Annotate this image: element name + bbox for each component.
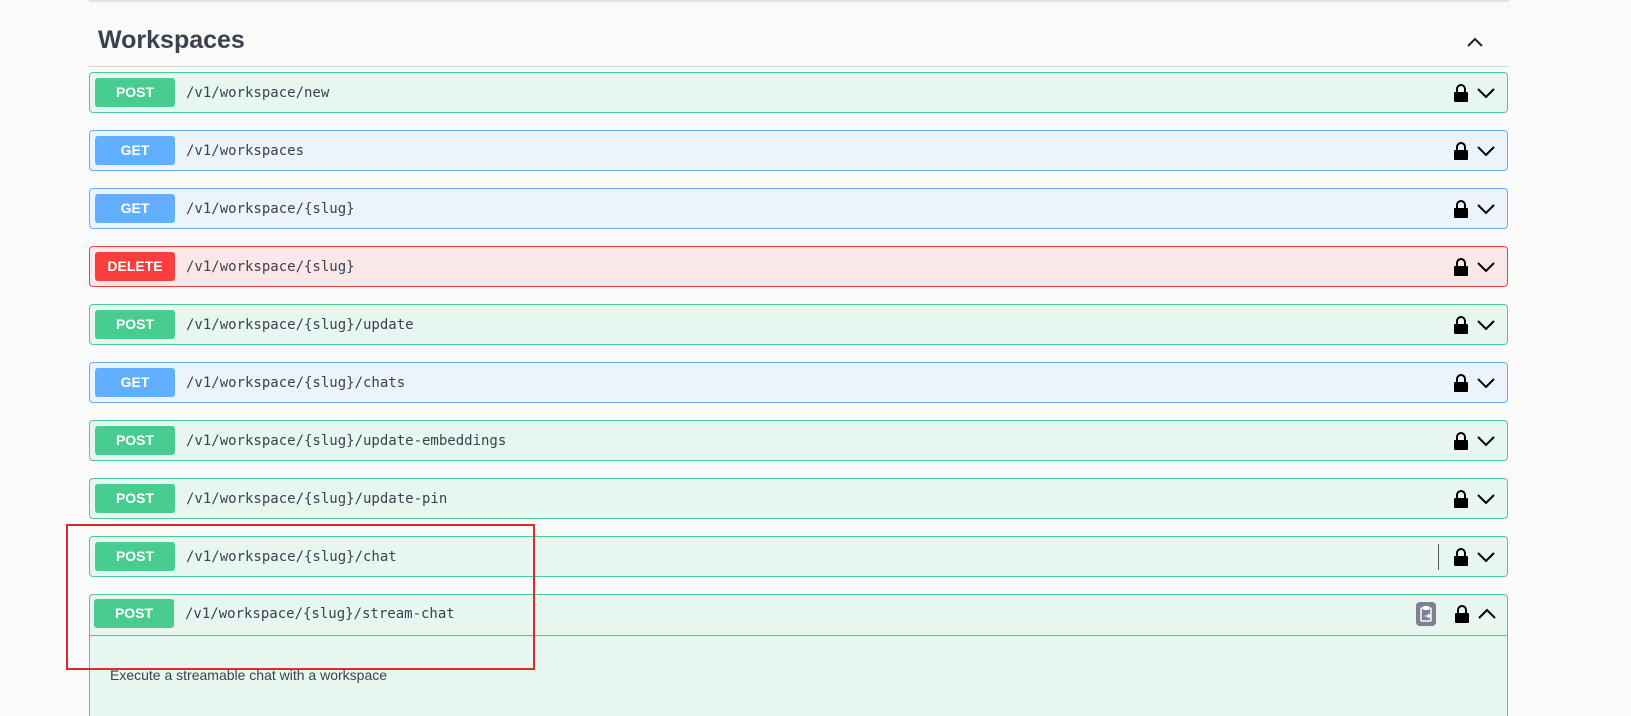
chevron-down-icon[interactable] [1475, 546, 1497, 568]
method-badge: GET [95, 194, 175, 223]
lock-icon[interactable] [1453, 431, 1469, 451]
lock-icon[interactable] [1453, 547, 1469, 567]
operation-post-stream-chat: POST /v1/workspace/{slug}/stream-chat Ex… [89, 594, 1508, 716]
operation-post-update-pin[interactable]: POST /v1/workspace/{slug}/update-pin [89, 478, 1508, 519]
operation-summary[interactable]: POST /v1/workspace/{slug}/stream-chat [89, 594, 1508, 636]
section-title: Workspaces [98, 26, 245, 54]
method-badge: GET [95, 368, 175, 397]
operation-path: /v1/workspace/{slug}/chat [186, 549, 397, 565]
operation-path: /v1/workspace/new [186, 85, 330, 101]
operation-path: /v1/workspace/{slug} [186, 259, 355, 275]
lock-icon[interactable] [1453, 257, 1469, 277]
lock-icon[interactable] [1453, 373, 1469, 393]
lock-icon[interactable] [1453, 83, 1469, 103]
operation-post-update-embeddings[interactable]: POST /v1/workspace/{slug}/update-embeddi… [89, 420, 1508, 461]
operation-path: /v1/workspaces [186, 143, 305, 159]
operation-path: /v1/workspace/{slug}/stream-chat [185, 606, 455, 622]
operation-get-workspaces[interactable]: GET /v1/workspaces [89, 130, 1508, 171]
method-badge: POST [95, 484, 175, 513]
chevron-down-icon[interactable] [1475, 372, 1497, 394]
workspaces-tag-header[interactable]: Workspaces [89, 22, 1509, 67]
operation-path: /v1/workspace/{slug}/chats [186, 375, 406, 391]
operation-post-workspace-chat[interactable]: POST /v1/workspace/{slug}/chat [89, 536, 1508, 577]
lock-icon[interactable] [1454, 604, 1470, 624]
chevron-down-icon[interactable] [1475, 488, 1497, 510]
chevron-down-icon[interactable] [1475, 430, 1497, 452]
chevron-down-icon[interactable] [1475, 82, 1497, 104]
method-badge: POST [94, 599, 174, 628]
chevron-down-icon[interactable] [1475, 314, 1497, 336]
operation-get-workspace-chats[interactable]: GET /v1/workspace/{slug}/chats [89, 362, 1508, 403]
method-badge: POST [95, 310, 175, 339]
operation-delete-workspace-slug[interactable]: DELETE /v1/workspace/{slug} [89, 246, 1508, 287]
chevron-up-icon[interactable] [1476, 603, 1498, 625]
lock-icon[interactable] [1453, 199, 1469, 219]
chevron-up-icon[interactable] [1463, 30, 1487, 54]
operation-description: Execute a streamable chat with a workspa… [110, 667, 388, 683]
chevron-down-icon[interactable] [1475, 256, 1497, 278]
operation-path: /v1/workspace/{slug}/update [186, 317, 414, 333]
operation-path: /v1/workspace/{slug}/update-pin [186, 491, 448, 507]
lock-icon[interactable] [1453, 141, 1469, 161]
chevron-down-icon[interactable] [1475, 140, 1497, 162]
top-divider [89, 0, 1509, 2]
operation-path: /v1/workspace/{slug} [186, 201, 355, 217]
method-badge: POST [95, 542, 175, 571]
operation-path: /v1/workspace/{slug}/update-embeddings [186, 433, 507, 449]
operation-post-workspace-new[interactable]: POST /v1/workspace/new [89, 72, 1508, 113]
method-badge: POST [95, 426, 175, 455]
lock-icon[interactable] [1453, 489, 1469, 509]
method-badge: GET [95, 136, 175, 165]
operation-get-workspace-slug[interactable]: GET /v1/workspace/{slug} [89, 188, 1508, 229]
swagger-page: Workspaces POST /v1/workspace/new GET /v… [0, 0, 1631, 716]
chevron-down-icon[interactable] [1475, 198, 1497, 220]
text-cursor [1438, 544, 1439, 570]
clipboard-icon[interactable] [1416, 602, 1436, 626]
operation-post-workspace-update[interactable]: POST /v1/workspace/{slug}/update [89, 304, 1508, 345]
method-badge: DELETE [95, 252, 175, 281]
lock-icon[interactable] [1453, 315, 1469, 335]
method-badge: POST [95, 78, 175, 107]
